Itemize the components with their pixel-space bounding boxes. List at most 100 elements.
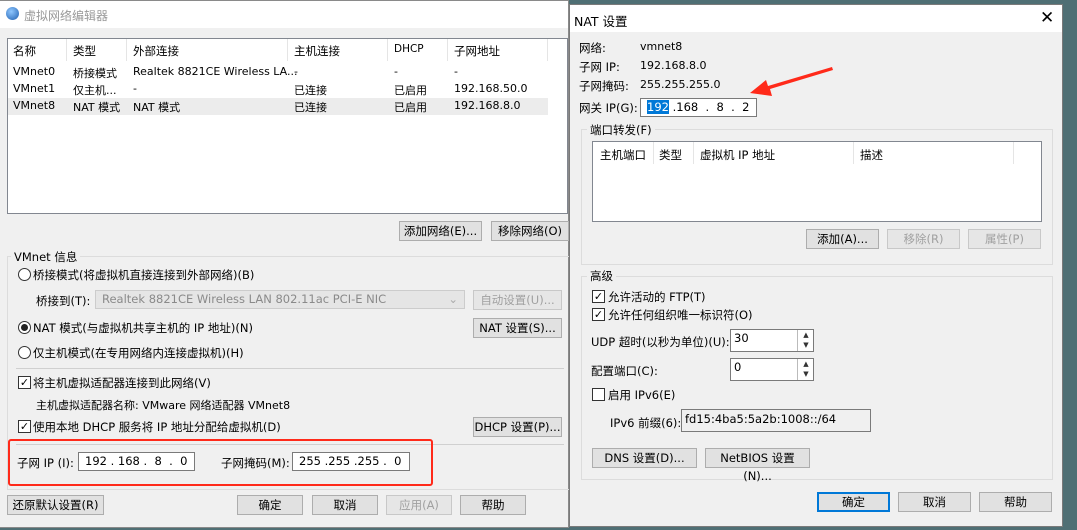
dhcp-settings-button[interactable]: DHCP 设置(P)...	[473, 417, 562, 437]
enable-ipv6-label: 启用 IPv6(E)	[608, 388, 676, 402]
help-button[interactable]: 帮助	[979, 492, 1052, 512]
network-label: 网络:	[579, 41, 606, 55]
table-cell: -	[294, 65, 298, 78]
table-row[interactable]: VMnet8 NAT 模式 NAT 模式 已连接 已启用 192.168.8.0	[8, 98, 548, 115]
table-cell: VMnet8	[13, 99, 56, 112]
udp-timeout-input[interactable]: 30 ▲ ▼	[730, 329, 814, 352]
ip-octet-selected: 192	[647, 100, 669, 114]
table-cell: 仅主机...	[73, 84, 117, 97]
subnet-ip-value: 192.168.8.0	[640, 59, 707, 72]
bridge-mode-label: 桥接模式(将虚拟机直接连接到外部网络)(B)	[33, 268, 255, 282]
column-header[interactable]: 虚拟机 IP 地址	[700, 147, 775, 163]
subnet-ip-label: 子网 IP:	[579, 60, 620, 74]
table-cell: 已启用	[394, 101, 427, 114]
column-header[interactable]: DHCP	[394, 43, 424, 55]
ip-octet: 168	[676, 100, 699, 114]
udp-timeout-value: 30	[734, 331, 749, 345]
connect-adapter-checkbox[interactable]: ✓	[18, 376, 31, 389]
config-port-label: 配置端口(C):	[591, 364, 658, 378]
nat-mode-radio[interactable]	[18, 321, 31, 334]
nat-settings-button[interactable]: NAT 设置(S)...	[473, 318, 562, 338]
use-dhcp-label: 使用本地 DHCP 服务将 IP 地址分配给虚拟机(D)	[33, 420, 281, 434]
properties-button[interactable]: 属性(P)	[968, 229, 1041, 249]
apply-button[interactable]: 应用(A)	[386, 495, 452, 515]
nat-title-bar: NAT 设置 ✕	[570, 5, 1062, 32]
host-only-label: 仅主机模式(在专用网络内连接虚拟机)(H)	[33, 346, 244, 360]
host-only-radio[interactable]	[18, 346, 31, 359]
help-button[interactable]: 帮助	[460, 495, 526, 515]
table-cell: 桥接模式	[73, 67, 117, 80]
allow-ftp-label: 允许活动的 FTP(T)	[608, 290, 706, 304]
advanced-group-label: 高级	[587, 268, 616, 284]
spinner-arrows-icon[interactable]: ▲ ▼	[797, 359, 814, 380]
gateway-ip-label: 网关 IP(G):	[579, 101, 638, 115]
table-cell: Realtek 8821CE Wireless LA...	[133, 65, 298, 78]
cancel-button[interactable]: 取消	[312, 495, 378, 515]
table-cell: -	[394, 65, 398, 78]
column-header[interactable]: 主机端口	[600, 147, 646, 163]
use-dhcp-checkbox[interactable]: ✓	[18, 420, 31, 433]
ok-button[interactable]: 确定	[237, 495, 303, 515]
subnet-mask-value: 255.255.255.0	[640, 78, 721, 91]
window-title: 虚拟网络编辑器	[24, 9, 109, 23]
column-header[interactable]: 类型	[659, 147, 682, 163]
allow-oui-checkbox[interactable]: ✓	[592, 308, 605, 321]
vmnet-info-group-label: VMnet 信息	[11, 249, 81, 265]
table-cell: -	[454, 65, 458, 78]
dns-settings-button[interactable]: DNS 设置(D)...	[592, 448, 697, 468]
ipv6-prefix-value: fd15:4ba5:5a2b:1008::/64	[685, 412, 837, 426]
virtual-network-editor-window: 虚拟网络编辑器 名称 类型 外部连接 主机连接 DHCP 子网地址 VMnet0…	[0, 0, 577, 528]
table-cell: NAT 模式	[133, 101, 181, 114]
table-cell: NAT 模式	[73, 101, 121, 114]
config-port-input[interactable]: 0 ▲ ▼	[730, 358, 814, 381]
column-header[interactable]: 描述	[860, 147, 883, 163]
remove-port-button[interactable]: 移除(R)	[887, 229, 960, 249]
bridge-to-select[interactable]: Realtek 8821CE Wireless LAN 802.11ac PCI…	[95, 290, 465, 309]
column-header[interactable]: 类型	[73, 43, 96, 59]
table-row[interactable]: VMnet0 桥接模式 Realtek 8821CE Wireless LA... -…	[8, 64, 548, 81]
table-cell: VMnet1	[13, 82, 56, 95]
annotation-red-box	[8, 439, 433, 486]
table-cell: -	[133, 82, 137, 95]
nat-mode-label: NAT 模式(与虚拟机共享主机的 IP 地址)(N)	[33, 321, 253, 335]
enable-ipv6-checkbox[interactable]	[592, 388, 605, 401]
adapter-name-text: 主机虚拟适配器名称: VMware 网络适配器 VMnet8	[36, 399, 291, 412]
table-cell: VMnet0	[13, 65, 56, 78]
netbios-settings-button[interactable]: NetBIOS 设置(N)...	[705, 448, 810, 483]
cancel-button[interactable]: 取消	[898, 492, 971, 512]
auto-settings-button[interactable]: 自动设置(U)...	[473, 290, 562, 310]
column-header[interactable]: 子网地址	[454, 43, 500, 59]
restore-defaults-button[interactable]: 还原默认设置(R)	[7, 495, 104, 515]
network-value: vmnet8	[640, 40, 683, 53]
table-cell: 192.168.8.0	[454, 99, 521, 112]
port-forwarding-group-label: 端口转发(F)	[587, 122, 655, 138]
ipv6-prefix-label: IPv6 前缀(6):	[610, 416, 682, 430]
allow-oui-label: 允许任何组织唯一标识符(O)	[608, 308, 753, 322]
table-cell: 192.168.50.0	[454, 82, 528, 95]
dialog-title: NAT 设置	[574, 14, 628, 29]
spinner-arrows-icon[interactable]: ▲ ▼	[797, 330, 814, 351]
remove-network-button[interactable]: 移除网络(O)	[491, 221, 569, 241]
add-network-button[interactable]: 添加网络(E)...	[399, 221, 482, 241]
ok-button[interactable]: 确定	[817, 492, 890, 512]
table-cell: 已启用	[394, 84, 427, 97]
close-icon[interactable]: ✕	[1040, 8, 1054, 28]
chevron-down-icon: ⌄	[448, 292, 458, 306]
table-cell: 已连接	[294, 84, 327, 97]
column-header[interactable]: 主机连接	[294, 43, 340, 59]
port-forwarding-list[interactable]: 主机端口 类型 虚拟机 IP 地址 描述	[592, 141, 1042, 222]
column-header[interactable]: 名称	[13, 43, 36, 59]
title-bar: 虚拟网络编辑器	[0, 1, 568, 28]
column-header[interactable]: 外部连接	[133, 43, 179, 59]
bridge-mode-radio[interactable]	[18, 268, 31, 281]
network-list[interactable]: 名称 类型 外部连接 主机连接 DHCP 子网地址 VMnet0 桥接模式 Real…	[7, 38, 568, 214]
table-cell: 已连接	[294, 101, 327, 114]
table-row[interactable]: VMnet1 仅主机... - 已连接 已启用 192.168.50.0	[8, 81, 548, 98]
ip-octet: 8	[716, 100, 724, 114]
network-globe-icon	[6, 7, 19, 20]
bridge-to-value: Realtek 8821CE Wireless LAN 802.11ac PCI…	[102, 292, 387, 306]
udp-timeout-label: UDP 超时(以秒为单位)(U):	[591, 335, 730, 349]
add-port-button[interactable]: 添加(A)...	[806, 229, 879, 249]
allow-ftp-checkbox[interactable]: ✓	[592, 290, 605, 303]
ipv6-prefix-input[interactable]: fd15:4ba5:5a2b:1008::/64	[681, 409, 871, 432]
